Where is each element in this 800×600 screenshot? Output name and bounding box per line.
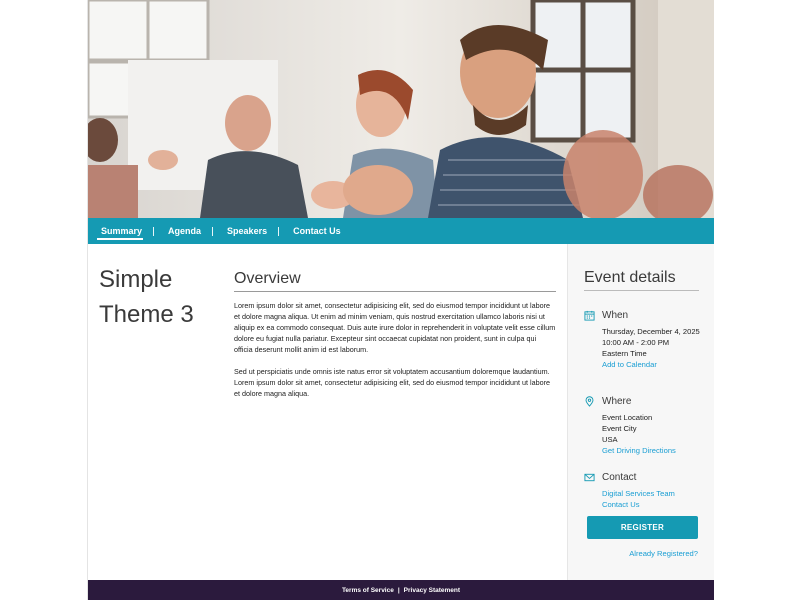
- nav-agenda[interactable]: Agenda: [164, 218, 214, 244]
- hero-image: [88, 0, 714, 218]
- event-time: 10:00 AM - 2:00 PM: [602, 338, 670, 347]
- add-to-calendar-link[interactable]: Add to Calendar: [602, 359, 704, 370]
- driving-directions-link[interactable]: Get Driving Directions: [602, 445, 704, 456]
- nav-speakers[interactable]: Speakers: [223, 218, 280, 244]
- contact-team-link[interactable]: Digital Services Team: [602, 488, 704, 499]
- overview-section: Overview Lorem ipsum dolor sit amet, con…: [234, 270, 556, 410]
- overview-paragraph-1: Lorem ipsum dolor sit amet, consectetur …: [234, 301, 556, 354]
- nav-summary[interactable]: Summary: [97, 218, 155, 244]
- event-country: USA: [602, 435, 618, 444]
- contact-section: Contact Digital Services Team Contact Us: [584, 470, 704, 510]
- event-city: Event City: [602, 424, 637, 433]
- event-date: Thursday, December 4, 2025: [602, 327, 700, 336]
- event-title: Simple Theme 3: [99, 266, 194, 328]
- terms-of-service-link[interactable]: Terms of Service: [342, 587, 394, 594]
- page: Summary Agenda Speakers Contact Us Simpl…: [87, 0, 714, 600]
- when-section: When Thursday, December 4, 2025 10:00 AM…: [584, 308, 704, 370]
- contact-us-link[interactable]: Contact Us: [602, 499, 704, 510]
- footer-separator: |: [397, 586, 400, 594]
- event-location: Event Location: [602, 413, 653, 422]
- contact-label: Contact: [602, 471, 637, 483]
- event-details-sidebar: Event details When Thursday, December 4,…: [567, 244, 714, 580]
- overview-paragraph-2: Sed ut perspiciatis unde omnis iste natu…: [234, 367, 551, 398]
- where-label: Where: [602, 395, 632, 407]
- register-button[interactable]: REGISTER: [587, 516, 698, 539]
- overview-heading: Overview: [234, 270, 556, 292]
- location-pin-icon: [585, 395, 594, 407]
- nav-contact-us[interactable]: Contact Us: [289, 218, 353, 244]
- top-nav: Summary Agenda Speakers Contact Us: [88, 218, 714, 244]
- footer: Terms of Service | Privacy Statement: [88, 580, 714, 600]
- content: Simple Theme 3 Overview Lorem ipsum dolo…: [88, 244, 714, 580]
- event-details-heading: Event details: [584, 269, 699, 291]
- when-label: When: [602, 309, 629, 321]
- privacy-statement-link[interactable]: Privacy Statement: [404, 587, 460, 594]
- already-registered-link[interactable]: Already Registered?: [629, 549, 698, 558]
- envelope-icon: [584, 473, 595, 481]
- where-section: Where Event Location Event City USA Get …: [584, 394, 704, 456]
- calendar-icon: [584, 310, 595, 321]
- event-timezone: Eastern Time: [602, 349, 647, 358]
